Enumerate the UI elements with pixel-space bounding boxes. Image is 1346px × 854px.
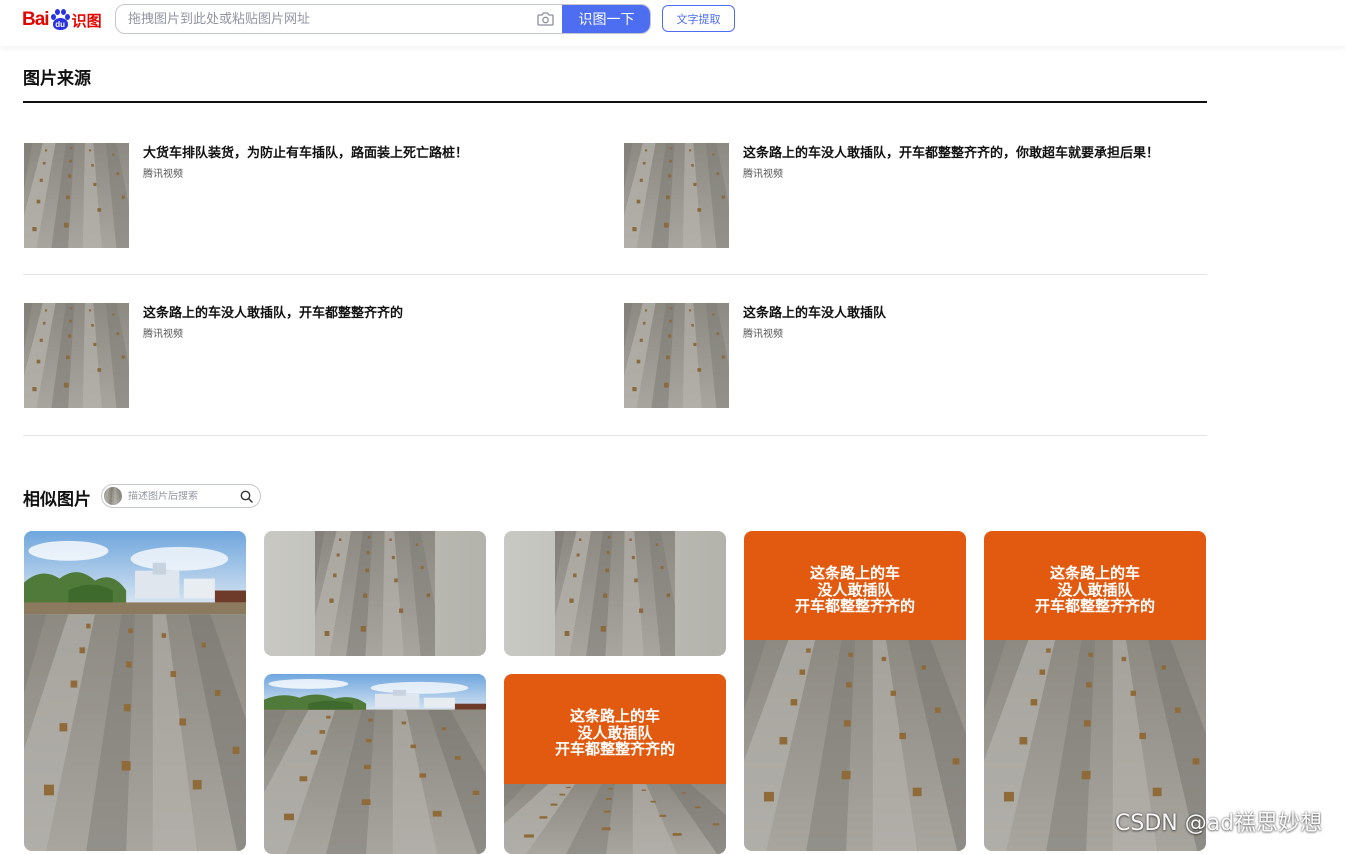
similar-image-card[interactable] [504, 531, 726, 656]
similar-image-card[interactable] [24, 531, 246, 851]
video-caption-text: 这条路上的车 没人敢插队 开车都整整齐齐的 [794, 564, 915, 615]
baidu-shitu-logo[interactable]: Bai du 识图 [22, 5, 102, 35]
similar-search-box [101, 484, 261, 508]
source-item[interactable]: 这条路上的车没人敢插队，开车都整整齐齐的 腾讯视频 [24, 303, 584, 408]
source-origin: 腾讯视频 [743, 329, 783, 340]
similar-image-card[interactable]: 这条路上的车 没人敢插队 开车都整整齐齐的 [984, 531, 1206, 851]
search-icon[interactable] [240, 490, 253, 503]
paw-icon: du [50, 9, 70, 31]
source-title[interactable]: 大货车排队装货，为防止有车插队，路面装上死亡路桩！ [143, 142, 468, 161]
similar-image-card[interactable]: 这条路上的车 没人敢插队 开车都整整齐齐的 [744, 531, 966, 851]
logo-suffix: 识图 [71, 12, 102, 30]
video-caption-text: 这条路上的车 没人敢插队 开车都整整齐齐的 [554, 707, 675, 758]
csdn-watermark: CSDN @ad禚思妙想 [1115, 811, 1323, 836]
similar-image-card[interactable] [264, 531, 486, 656]
logo-text: Bai [22, 9, 50, 30]
source-item[interactable]: 这条路上的车没人敢插队，开车都整整齐齐的，你敢超车就要承担后果！ 腾讯视频 [624, 143, 1184, 248]
search-button[interactable]: 识图一下 [562, 5, 650, 33]
source-origin: 腾讯视频 [743, 169, 783, 180]
source-origin: 腾讯视频 [143, 169, 183, 180]
source-item[interactable]: 大货车排队装货，为防止有车插队，路面装上死亡路桩！ 腾讯视频 [24, 143, 584, 248]
source-origin: 腾讯视频 [143, 329, 183, 340]
similar-image-card[interactable]: 这条路上的车 没人敢插队 开车都整整齐齐的 [504, 674, 726, 854]
similar-image-card[interactable] [264, 674, 486, 854]
logo-paw-text: du [52, 18, 68, 30]
describe-image-input[interactable] [128, 490, 236, 502]
source-title[interactable]: 这条路上的车没人敢插队，开车都整整齐齐的 [143, 302, 403, 321]
row-divider [23, 435, 1207, 436]
source-section-title: 图片来源 [23, 69, 91, 89]
source-thumbnail[interactable] [624, 303, 729, 408]
top-bar: Bai du 识图 识图一下 文字提取 [0, 0, 1346, 46]
source-title[interactable]: 这条路上的车没人敢插队 [743, 302, 886, 321]
image-search-box: 识图一下 [115, 4, 651, 34]
source-title[interactable]: 这条路上的车没人敢插队，开车都整整齐齐的，你敢超车就要承担后果！ [743, 142, 1159, 161]
text-extract-button[interactable]: 文字提取 [662, 5, 735, 32]
similar-section-title: 相似图片 [23, 490, 91, 510]
query-image-thumbnail [104, 487, 122, 505]
source-item[interactable]: 这条路上的车没人敢插队 腾讯视频 [624, 303, 1184, 408]
source-thumbnail[interactable] [24, 303, 129, 408]
source-thumbnail[interactable] [24, 143, 129, 248]
camera-icon[interactable] [528, 5, 562, 33]
section-divider [23, 101, 1207, 103]
video-caption-text: 这条路上的车 没人敢插队 开车都整整齐齐的 [1034, 564, 1155, 615]
image-url-input[interactable] [116, 5, 528, 33]
source-thumbnail[interactable] [624, 143, 729, 248]
row-divider [23, 274, 1207, 275]
